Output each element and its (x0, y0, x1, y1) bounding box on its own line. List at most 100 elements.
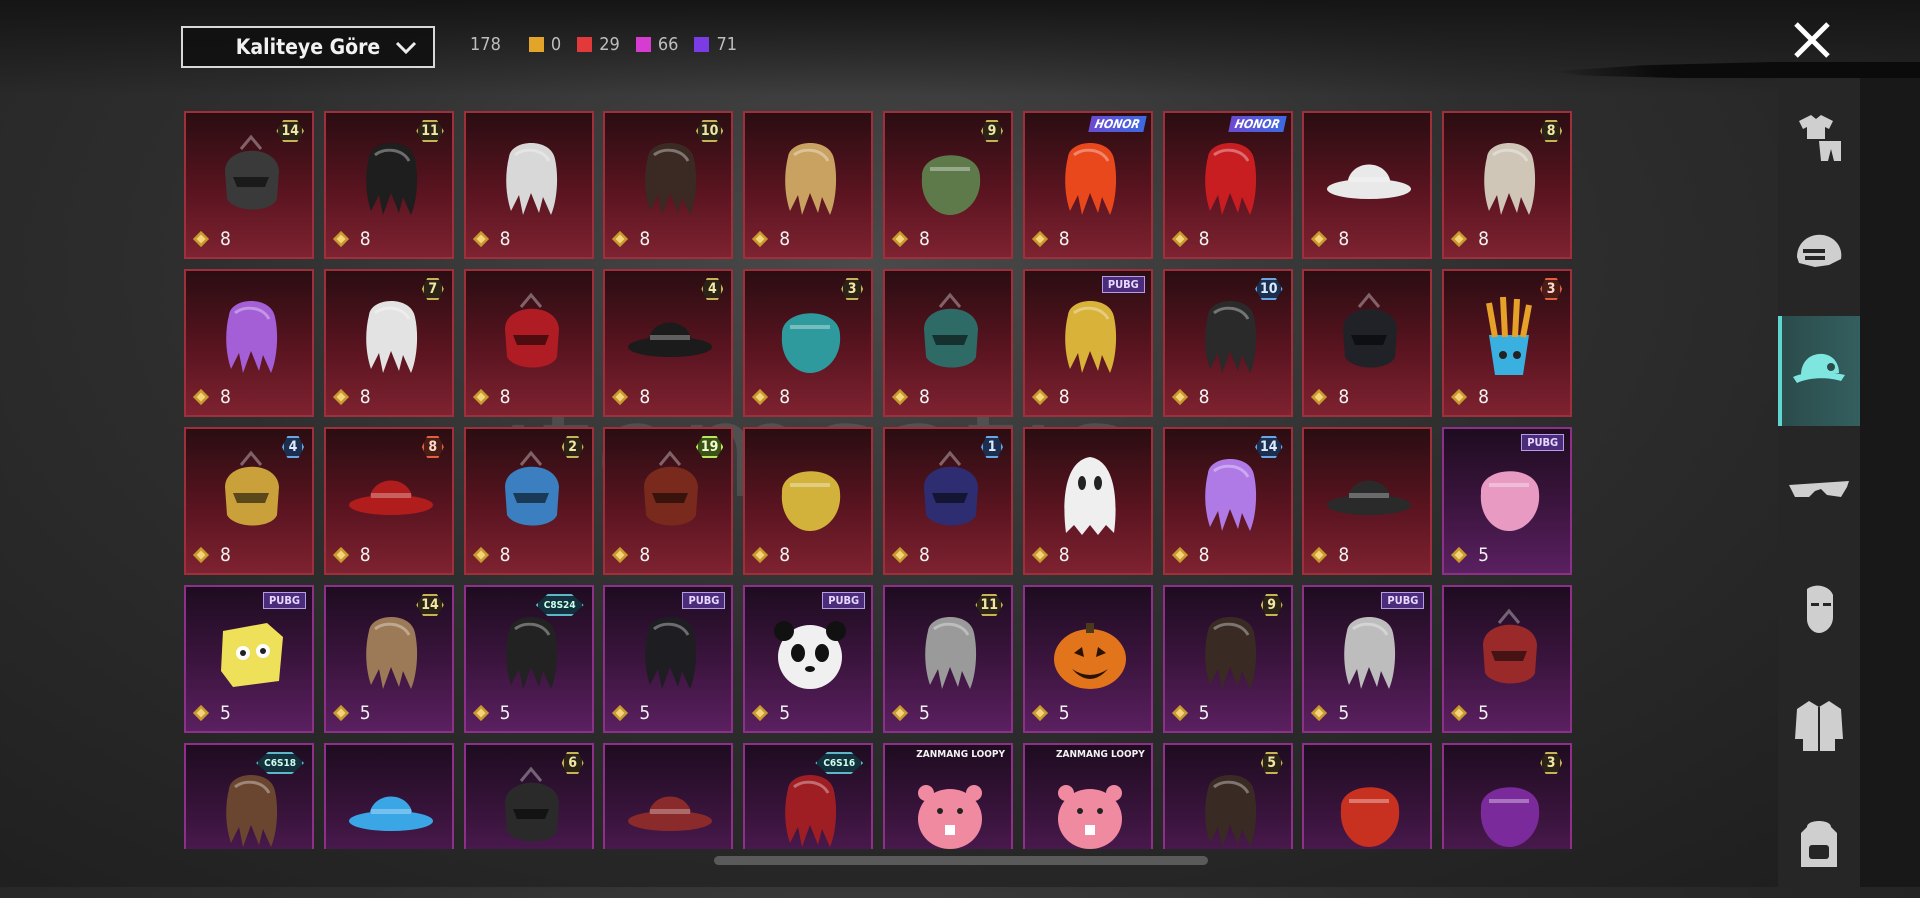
item-price-value: 5 (779, 702, 791, 724)
item-card[interactable]: 11 5 (882, 585, 1013, 733)
tab-cap[interactable] (1778, 316, 1860, 426)
item-card[interactable]: 11 8 (323, 111, 454, 259)
item-card[interactable]: 38 (1442, 269, 1572, 417)
item-card[interactable]: 8 (1302, 269, 1433, 417)
tophat-snowman-icon (628, 322, 713, 357)
sort-dropdown-label: Kaliteye Göre (235, 35, 381, 59)
item-card[interactable]: 8 (463, 269, 594, 417)
item-card[interactable]: 48 (184, 427, 314, 575)
item-card[interactable]: 88 (1442, 111, 1572, 259)
scroll-indicator[interactable] (714, 856, 1208, 865)
item-card[interactable]: 38 (743, 269, 874, 417)
item-card[interactable]: ZANMANG LOOPY5 (1022, 743, 1153, 849)
item-card[interactable]: PUBG 5 (1442, 427, 1572, 575)
item-tag: PUBG (1381, 592, 1425, 609)
item-card[interactable]: 8 (184, 269, 314, 417)
item-card[interactable]: PUBG 5 (743, 585, 874, 733)
loopy-beaver-icon (1057, 785, 1122, 849)
loopy-beaver-icon (917, 785, 982, 849)
item-card[interactable]: 88 (323, 427, 454, 575)
item-card[interactable]: 18 (882, 427, 1013, 575)
item-price-value: 8 (639, 228, 651, 250)
hair-blonde-mask-icon (785, 143, 837, 215)
item-card[interactable]: 5 (323, 743, 454, 849)
helmet-gold-dragon-icon (225, 450, 279, 526)
tab-backpack[interactable] (1778, 788, 1860, 898)
item-price-value: 8 (1338, 544, 1350, 566)
item-card[interactable]: 55 (1162, 743, 1293, 849)
item-price-value: 8 (1478, 386, 1490, 408)
item-card[interactable]: 19 8 (603, 427, 734, 575)
item-card[interactable]: HONOR 8 (1022, 111, 1153, 259)
item-price-value: 8 (1338, 228, 1350, 250)
item-card[interactable]: 65 (463, 743, 594, 849)
item-card[interactable]: C6S165 (743, 743, 874, 849)
item-card[interactable]: C6S185 (184, 743, 314, 849)
item-price-value: 5 (359, 702, 371, 724)
item-price: 5 (1171, 702, 1209, 724)
item-card[interactable]: 35 (1442, 743, 1572, 849)
hat-witch-red-icon (628, 796, 713, 831)
item-price: 8 (472, 228, 510, 250)
item-price-value: 8 (639, 544, 651, 566)
diamond-coin-icon (612, 546, 629, 564)
item-price-value: 5 (639, 702, 651, 724)
item-card[interactable]: 8 (743, 111, 874, 259)
total-count: 178 (470, 34, 501, 55)
item-card[interactable]: 8 (463, 111, 594, 259)
item-price: 8 (1031, 228, 1070, 250)
item-card[interactable]: 14 8 (1162, 427, 1293, 575)
item-price-value: 8 (1198, 386, 1210, 408)
item-card[interactable]: ZANMANG LOOPY5 (882, 743, 1013, 849)
item-card[interactable]: 95 (1162, 585, 1293, 733)
item-card[interactable]: 14 8 (184, 111, 314, 259)
item-price-value: 8 (499, 544, 511, 566)
item-price-value: 8 (220, 544, 231, 566)
item-price: 8 (891, 544, 930, 566)
item-card[interactable]: 8 (882, 269, 1013, 417)
zombie-head-icon (921, 155, 981, 215)
diamond-coin-icon (891, 230, 909, 248)
item-card[interactable]: PUBG 8 (1022, 269, 1153, 417)
item-card[interactable]: PUBG 5 (1302, 585, 1433, 733)
item-card[interactable]: 8 (1302, 111, 1433, 259)
item-price: 5 (192, 702, 231, 724)
item-card[interactable]: PUBG 5 (184, 585, 314, 733)
item-card[interactable]: 48 (603, 269, 734, 417)
item-price: 8 (332, 544, 371, 566)
diamond-coin-icon (1451, 546, 1468, 564)
tab-jacket[interactable] (1778, 670, 1860, 780)
tab-glasses[interactable] (1778, 434, 1860, 544)
item-card[interactable]: HONOR 8 (1162, 111, 1293, 259)
item-card[interactable]: PUBG 5 (603, 585, 734, 733)
item-card[interactable]: 5 (1302, 743, 1433, 849)
fries-hat-icon (1486, 296, 1533, 375)
close-icon[interactable] (1788, 16, 1836, 64)
item-price-value: 8 (779, 386, 791, 408)
item-card[interactable]: 14 5 (323, 585, 454, 733)
item-price: 5 (611, 702, 650, 724)
item-card[interactable]: 10 8 (603, 111, 734, 259)
quality-count-red: 29 (577, 34, 620, 55)
tab-outfit[interactable] (1778, 80, 1860, 190)
item-card[interactable]: 8 (1022, 427, 1153, 575)
tab-helmet[interactable] (1778, 198, 1860, 308)
item-card[interactable]: 98 (882, 111, 1013, 259)
diamond-coin-icon (1031, 388, 1048, 406)
item-card[interactable]: 8 (1302, 427, 1433, 575)
hair-dark-bow-icon (1204, 775, 1256, 847)
item-card[interactable]: 28 (463, 427, 594, 575)
item-card[interactable]: 8 (743, 427, 874, 575)
item-card[interactable]: 5 (1442, 585, 1572, 733)
item-card[interactable]: 5 (603, 743, 734, 849)
item-card[interactable]: 10 8 (1162, 269, 1293, 417)
item-card[interactable]: C8S24 5 (463, 585, 594, 733)
item-price: 8 (611, 386, 650, 408)
item-card[interactable]: 78 (323, 269, 454, 417)
diamond-coin-icon (1311, 230, 1328, 248)
diamond-coin-icon (192, 230, 210, 248)
tab-mask[interactable] (1778, 552, 1860, 662)
ghost-sheet-icon (1064, 457, 1116, 535)
sort-dropdown[interactable]: Kaliteye Göre (181, 26, 435, 68)
item-card[interactable]: 5 (1022, 585, 1153, 733)
